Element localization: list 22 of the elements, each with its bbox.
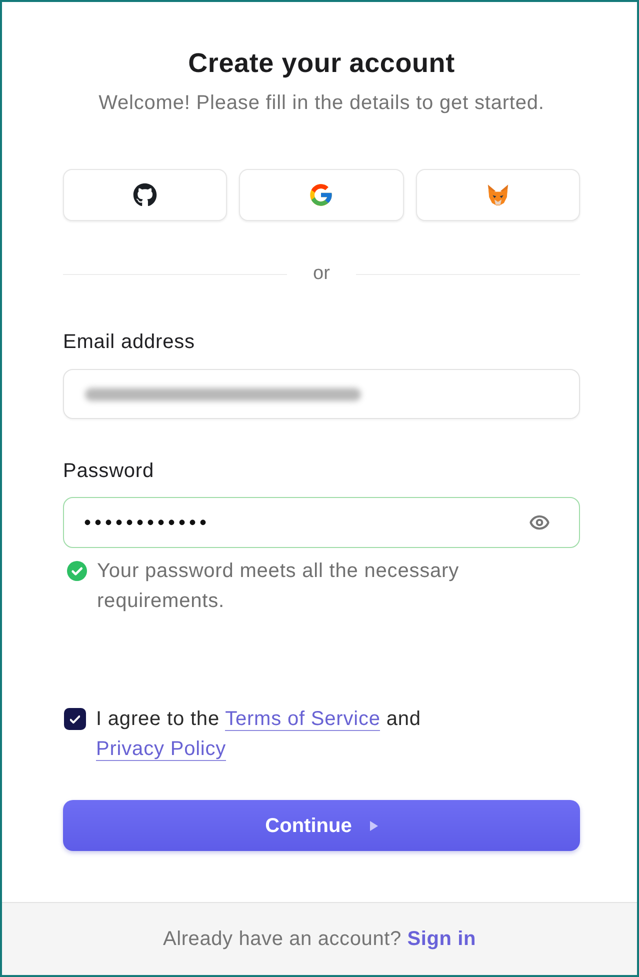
email-label: Email address <box>63 330 196 355</box>
form-title: Create your account <box>187 47 456 79</box>
terms-agreement-text: I agree to the Terms of Service and Privacy Policy <box>96 707 422 763</box>
fox-icon <box>486 184 510 206</box>
sign-in-link[interactable]: Sign in <box>407 928 476 950</box>
terms-checkbox[interactable] <box>64 708 86 730</box>
terms-of-service-link[interactable]: Terms of Service <box>225 708 380 731</box>
play-triangle-icon <box>370 820 378 830</box>
github-icon <box>133 183 158 207</box>
password-field[interactable]: •••••••••••• <box>63 497 580 548</box>
check-circle-icon <box>67 561 87 581</box>
checkmark-icon <box>70 714 80 724</box>
password-label: Password <box>63 459 156 484</box>
social-login-button[interactable] <box>63 169 228 221</box>
password-valid-message: Your password meets all the necessary requirements. <box>97 559 460 614</box>
divider-label: or <box>313 262 330 286</box>
privacy-policy-link[interactable]: Privacy Policy <box>96 738 226 761</box>
google-g-icon <box>308 182 334 208</box>
form-subtitle: Welcome! Please fill in the details to get started. <box>98 91 546 116</box>
sign-in-prompt: Already have an account? Sign in <box>162 927 476 952</box>
email-field[interactable] <box>63 369 580 419</box>
continue-button[interactable]: Continue <box>63 800 580 851</box>
